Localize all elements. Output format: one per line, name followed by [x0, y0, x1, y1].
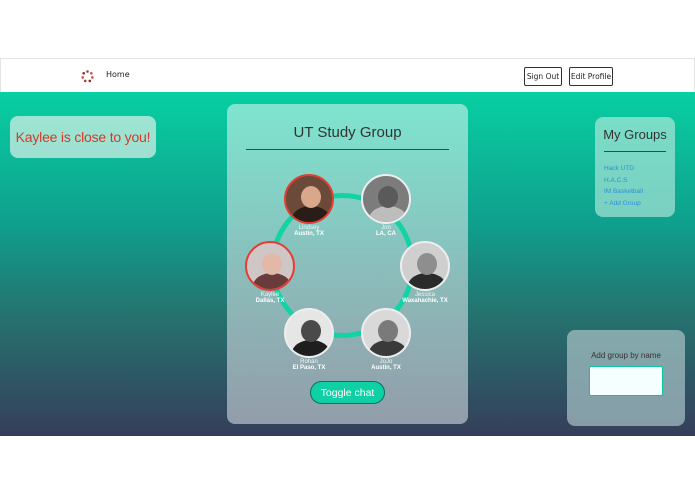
proximity-alert-text: Kaylee is close to you! [15, 129, 151, 145]
nav-home-link[interactable]: Home [106, 70, 130, 79]
add-group-panel: Add group by name [567, 330, 685, 426]
main-content: Kaylee is close to you! UT Study Group L… [0, 92, 695, 436]
member-jessica[interactable]: Jessica Waxahachie, TX [385, 241, 465, 304]
avatar[interactable] [284, 174, 334, 224]
group-link-im-basketball[interactable]: IM Basketball [604, 186, 643, 198]
member-location: Dallas, TX [255, 298, 285, 304]
group-title-divider [246, 149, 449, 150]
add-group-label: Add group by name [591, 351, 661, 360]
edit-profile-button[interactable]: Edit Profile [569, 67, 613, 86]
member-location: Austin, TX [371, 365, 401, 371]
avatar[interactable] [245, 241, 295, 291]
member-rohan[interactable]: Rohan El Paso, TX [269, 308, 349, 371]
logo-icon[interactable] [81, 70, 94, 83]
avatar[interactable] [284, 308, 334, 358]
avatar[interactable] [361, 174, 411, 224]
member-kaylee[interactable]: Kaylee Dallas, TX [230, 241, 310, 304]
my-groups-list: Hack UTD H.A.C.S IM Basketball + Add Gro… [604, 163, 643, 209]
member-jojo[interactable]: JoJo Austin, TX [346, 308, 426, 371]
my-groups-panel: My Groups Hack UTD H.A.C.S IM Basketball… [595, 117, 675, 217]
member-lindsey[interactable]: Lindsey Austin, TX [269, 174, 349, 237]
group-link-hack-utd[interactable]: Hack UTD [604, 163, 643, 175]
avatar[interactable] [361, 308, 411, 358]
group-card: UT Study Group Lindsey Austin, TX Jon LA… [227, 104, 468, 424]
group-title: UT Study Group [293, 124, 402, 141]
add-group-link[interactable]: + Add Group [604, 198, 643, 210]
my-groups-title: My Groups [603, 127, 667, 142]
toggle-chat-button[interactable]: Toggle chat [310, 381, 385, 404]
avatar[interactable] [400, 241, 450, 291]
member-location: Waxahachie, TX [402, 298, 448, 304]
member-location: El Paso, TX [292, 365, 326, 371]
add-group-input[interactable] [589, 366, 663, 396]
member-jon[interactable]: Jon LA, CA [346, 174, 426, 237]
my-groups-divider [604, 151, 666, 152]
top-navbar: Home Sign Out Edit Profile [0, 58, 695, 92]
group-link-hacs[interactable]: H.A.C.S [604, 175, 643, 187]
app-page: Home Sign Out Edit Profile Kaylee is clo… [0, 0, 695, 494]
sign-out-button[interactable]: Sign Out [524, 67, 562, 86]
proximity-alert: Kaylee is close to you! [10, 116, 156, 158]
member-location: LA, CA [376, 231, 396, 237]
member-location: Austin, TX [294, 231, 324, 237]
